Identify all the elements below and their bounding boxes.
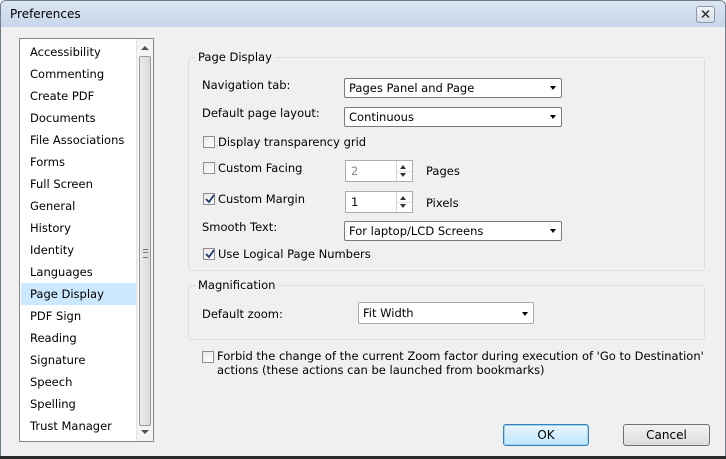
default-layout-value: Continuous <box>349 110 414 124</box>
default-zoom-label: Default zoom: <box>202 307 283 321</box>
navigation-tab-select[interactable]: Pages Panel and Page <box>344 78 562 98</box>
close-button[interactable] <box>696 6 715 23</box>
category-item-trust-manager[interactable]: Trust Manager <box>21 415 145 437</box>
custom-margin-checkbox[interactable] <box>203 193 215 205</box>
custom-margin-value: 1 <box>351 195 359 209</box>
checkmark-icon <box>205 249 215 259</box>
preferences-dialog: Preferences Accessibility Commenting Creat… <box>0 0 726 459</box>
chevron-down-icon <box>550 229 556 233</box>
category-list[interactable]: Accessibility Commenting Create PDF Documen… <box>19 38 154 442</box>
title-bar[interactable]: Preferences <box>1 1 725 27</box>
close-icon <box>701 10 710 18</box>
custom-margin-unit: Pixels <box>426 196 459 210</box>
category-item-documents[interactable]: Documents <box>21 107 145 129</box>
category-item-languages[interactable]: Languages <box>21 261 145 283</box>
default-zoom-select[interactable]: Fit Width <box>358 302 534 324</box>
custom-facing-checkbox[interactable] <box>203 162 215 174</box>
scroll-up-arrow-icon[interactable] <box>141 46 149 50</box>
transparency-grid-label: Display transparency grid <box>218 135 367 149</box>
navigation-tab-label: Navigation tab: <box>202 78 291 92</box>
grip-icon <box>143 249 148 258</box>
spin-up-icon[interactable] <box>400 165 406 169</box>
category-item-forms[interactable]: Forms <box>21 151 145 173</box>
category-item-identity[interactable]: Identity <box>21 239 145 261</box>
category-item-spelling[interactable]: Spelling <box>21 393 145 415</box>
dialog-title: Preferences <box>10 7 81 21</box>
smooth-text-label: Smooth Text: <box>202 220 278 234</box>
spin-down-icon[interactable] <box>400 204 406 208</box>
magnification-group-title: Magnification <box>195 278 279 292</box>
custom-margin-spin-buttons[interactable] <box>396 192 412 212</box>
category-item-create-pdf[interactable]: Create PDF <box>21 85 145 107</box>
custom-facing-spin-buttons[interactable] <box>396 161 412 181</box>
category-item-speech[interactable]: Speech <box>21 371 145 393</box>
spin-up-icon[interactable] <box>400 196 406 200</box>
category-item-commenting[interactable]: Commenting <box>21 63 145 85</box>
smooth-text-select[interactable]: For laptop/LCD Screens <box>344 221 562 241</box>
category-item-page-display[interactable]: Page Display <box>21 283 145 305</box>
custom-margin-label: Custom Margin <box>218 192 305 206</box>
cancel-button[interactable]: Cancel <box>623 424 710 446</box>
default-layout-select[interactable]: Continuous <box>344 107 562 127</box>
scroll-down-arrow-icon[interactable] <box>141 430 149 434</box>
chevron-down-icon <box>522 312 528 316</box>
default-layout-label: Default page layout: <box>202 106 320 120</box>
logical-page-numbers-label: Use Logical Page Numbers <box>218 247 371 261</box>
spin-down-icon[interactable] <box>400 173 406 177</box>
custom-facing-value: 2 <box>351 164 359 178</box>
category-scrollbar[interactable] <box>136 39 153 441</box>
custom-facing-unit: Pages <box>426 164 460 178</box>
default-zoom-value: Fit Width <box>363 306 414 320</box>
transparency-grid-checkbox[interactable] <box>203 136 215 148</box>
category-item-full-screen[interactable]: Full Screen <box>21 173 145 195</box>
chevron-down-icon <box>550 115 556 119</box>
forbid-zoom-change-line2: actions (these actions can be launched f… <box>217 363 545 377</box>
custom-facing-label: Custom Facing <box>218 161 303 175</box>
category-item-accessibility[interactable]: Accessibility <box>21 41 145 63</box>
chevron-down-icon <box>550 86 556 90</box>
category-item-pdf-sign[interactable]: PDF Sign <box>21 305 145 327</box>
logical-page-numbers-checkbox[interactable] <box>203 248 215 260</box>
category-item-history[interactable]: History <box>21 217 145 239</box>
smooth-text-value: For laptop/LCD Screens <box>349 224 484 238</box>
scroll-thumb[interactable] <box>139 56 151 426</box>
category-item-signature[interactable]: Signature <box>21 349 145 371</box>
checkmark-icon <box>205 194 215 204</box>
custom-facing-stepper[interactable]: 2 <box>345 160 413 182</box>
custom-margin-stepper[interactable]: 1 <box>345 191 413 213</box>
category-item-file-associations[interactable]: File Associations <box>21 129 145 151</box>
category-item-reading[interactable]: Reading <box>21 327 145 349</box>
category-item-general[interactable]: General <box>21 195 145 217</box>
forbid-zoom-change-checkbox[interactable] <box>202 351 214 363</box>
navigation-tab-value: Pages Panel and Page <box>349 81 475 95</box>
page-display-group-title: Page Display <box>195 50 275 64</box>
ok-button[interactable]: OK <box>503 424 589 446</box>
